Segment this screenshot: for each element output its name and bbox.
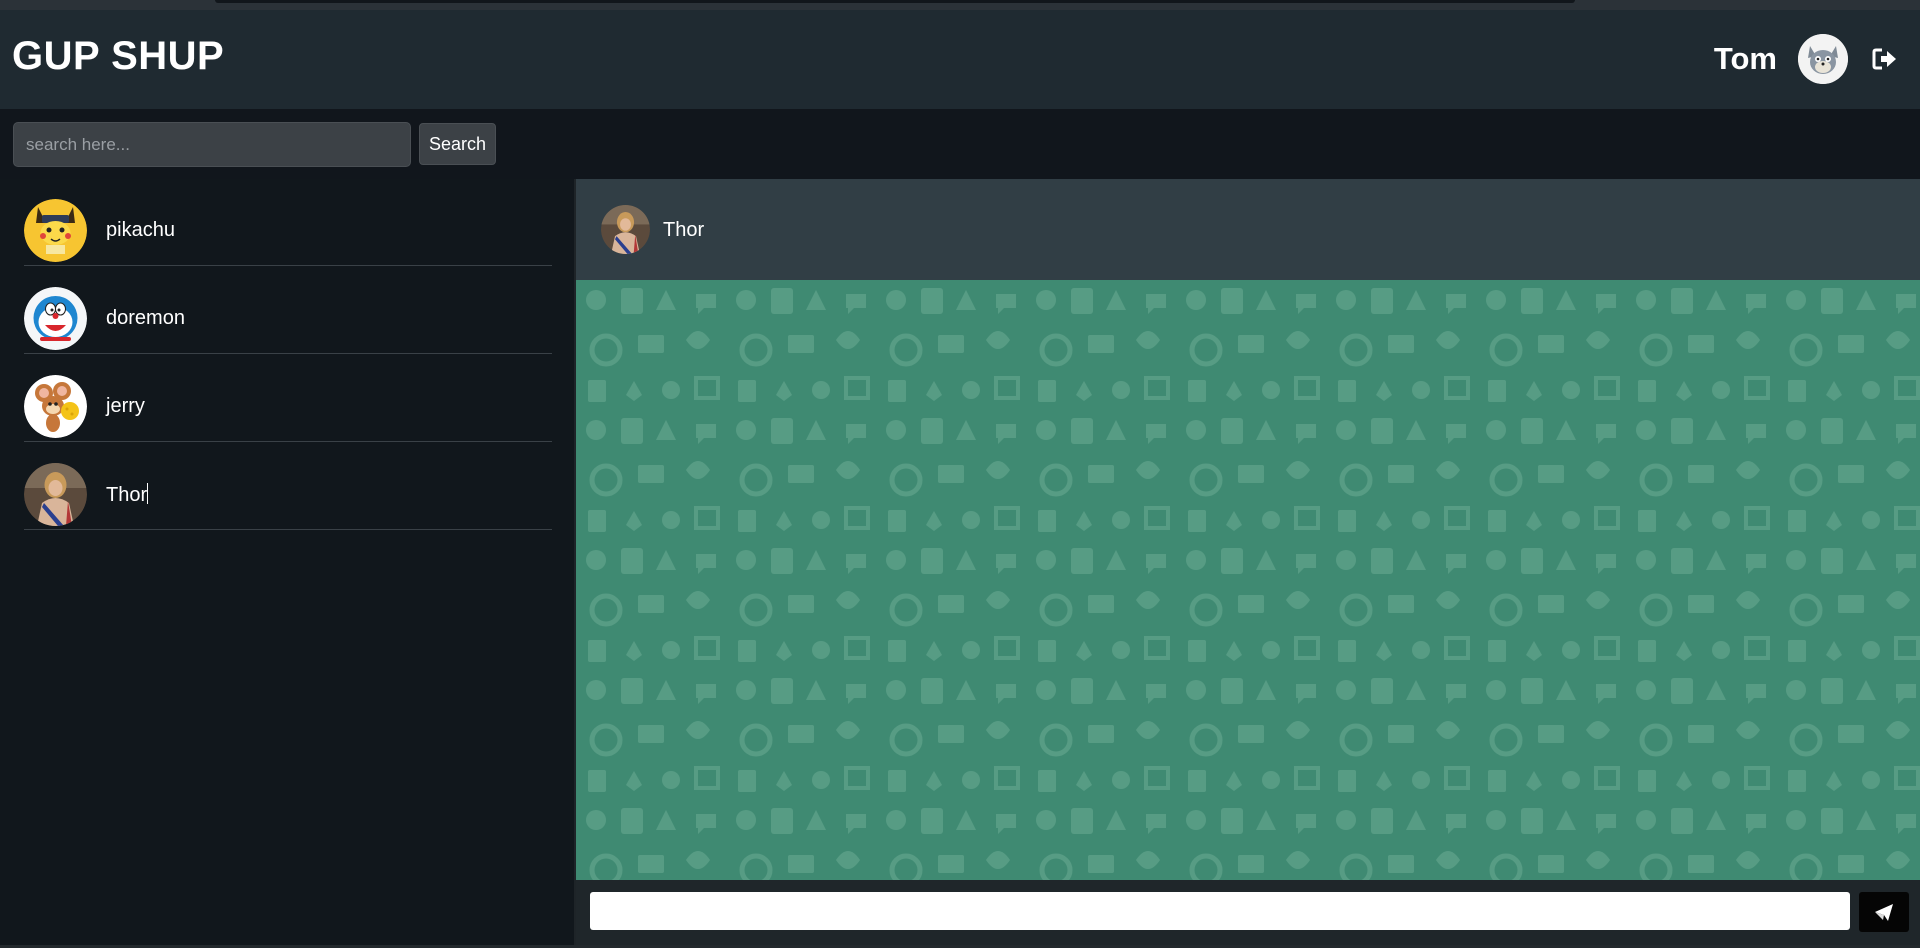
jerry-mouse-avatar [24,375,87,438]
search-input[interactable] [13,122,411,167]
thor-avatar [24,463,87,526]
browser-bar [215,0,1575,3]
chat-wallpaper [576,280,1920,880]
search-button[interactable]: Search [419,123,496,165]
contact-item-jerry[interactable]: jerry [24,355,552,442]
contact-item-doremon[interactable]: doremon [24,267,552,354]
tom-cat-avatar[interactable] [1798,34,1848,84]
chat-panel: Thor [576,179,1920,945]
doraemon-avatar [24,287,87,350]
thor-avatar [601,205,650,254]
search-bar: Search [0,109,1920,179]
current-user-name: Tom [1713,41,1777,76]
contact-item-thor[interactable]: Thor [24,443,552,530]
pikachu-avatar [24,199,87,262]
contact-name: Thor [106,483,149,506]
paper-plane-icon [1875,904,1893,921]
chat-header: Thor [576,179,1920,280]
contact-name: pikachu [106,219,175,241]
contact-list: pikachu doremon jerry Thor [0,179,574,945]
send-button[interactable] [1859,892,1909,932]
contact-name: jerry [106,395,145,417]
sign-out-icon[interactable] [1872,48,1898,70]
contact-item-pikachu[interactable]: pikachu [24,179,552,266]
message-input[interactable] [590,892,1850,930]
message-composer [576,880,1920,945]
text-caret [147,483,149,504]
chat-contact-name: Thor [663,219,705,241]
window-top-strip [0,0,1920,10]
contact-name: doremon [106,307,185,329]
app-title: GUP SHUP [12,34,225,78]
app-header: GUP SHUP Tom [0,10,1920,109]
